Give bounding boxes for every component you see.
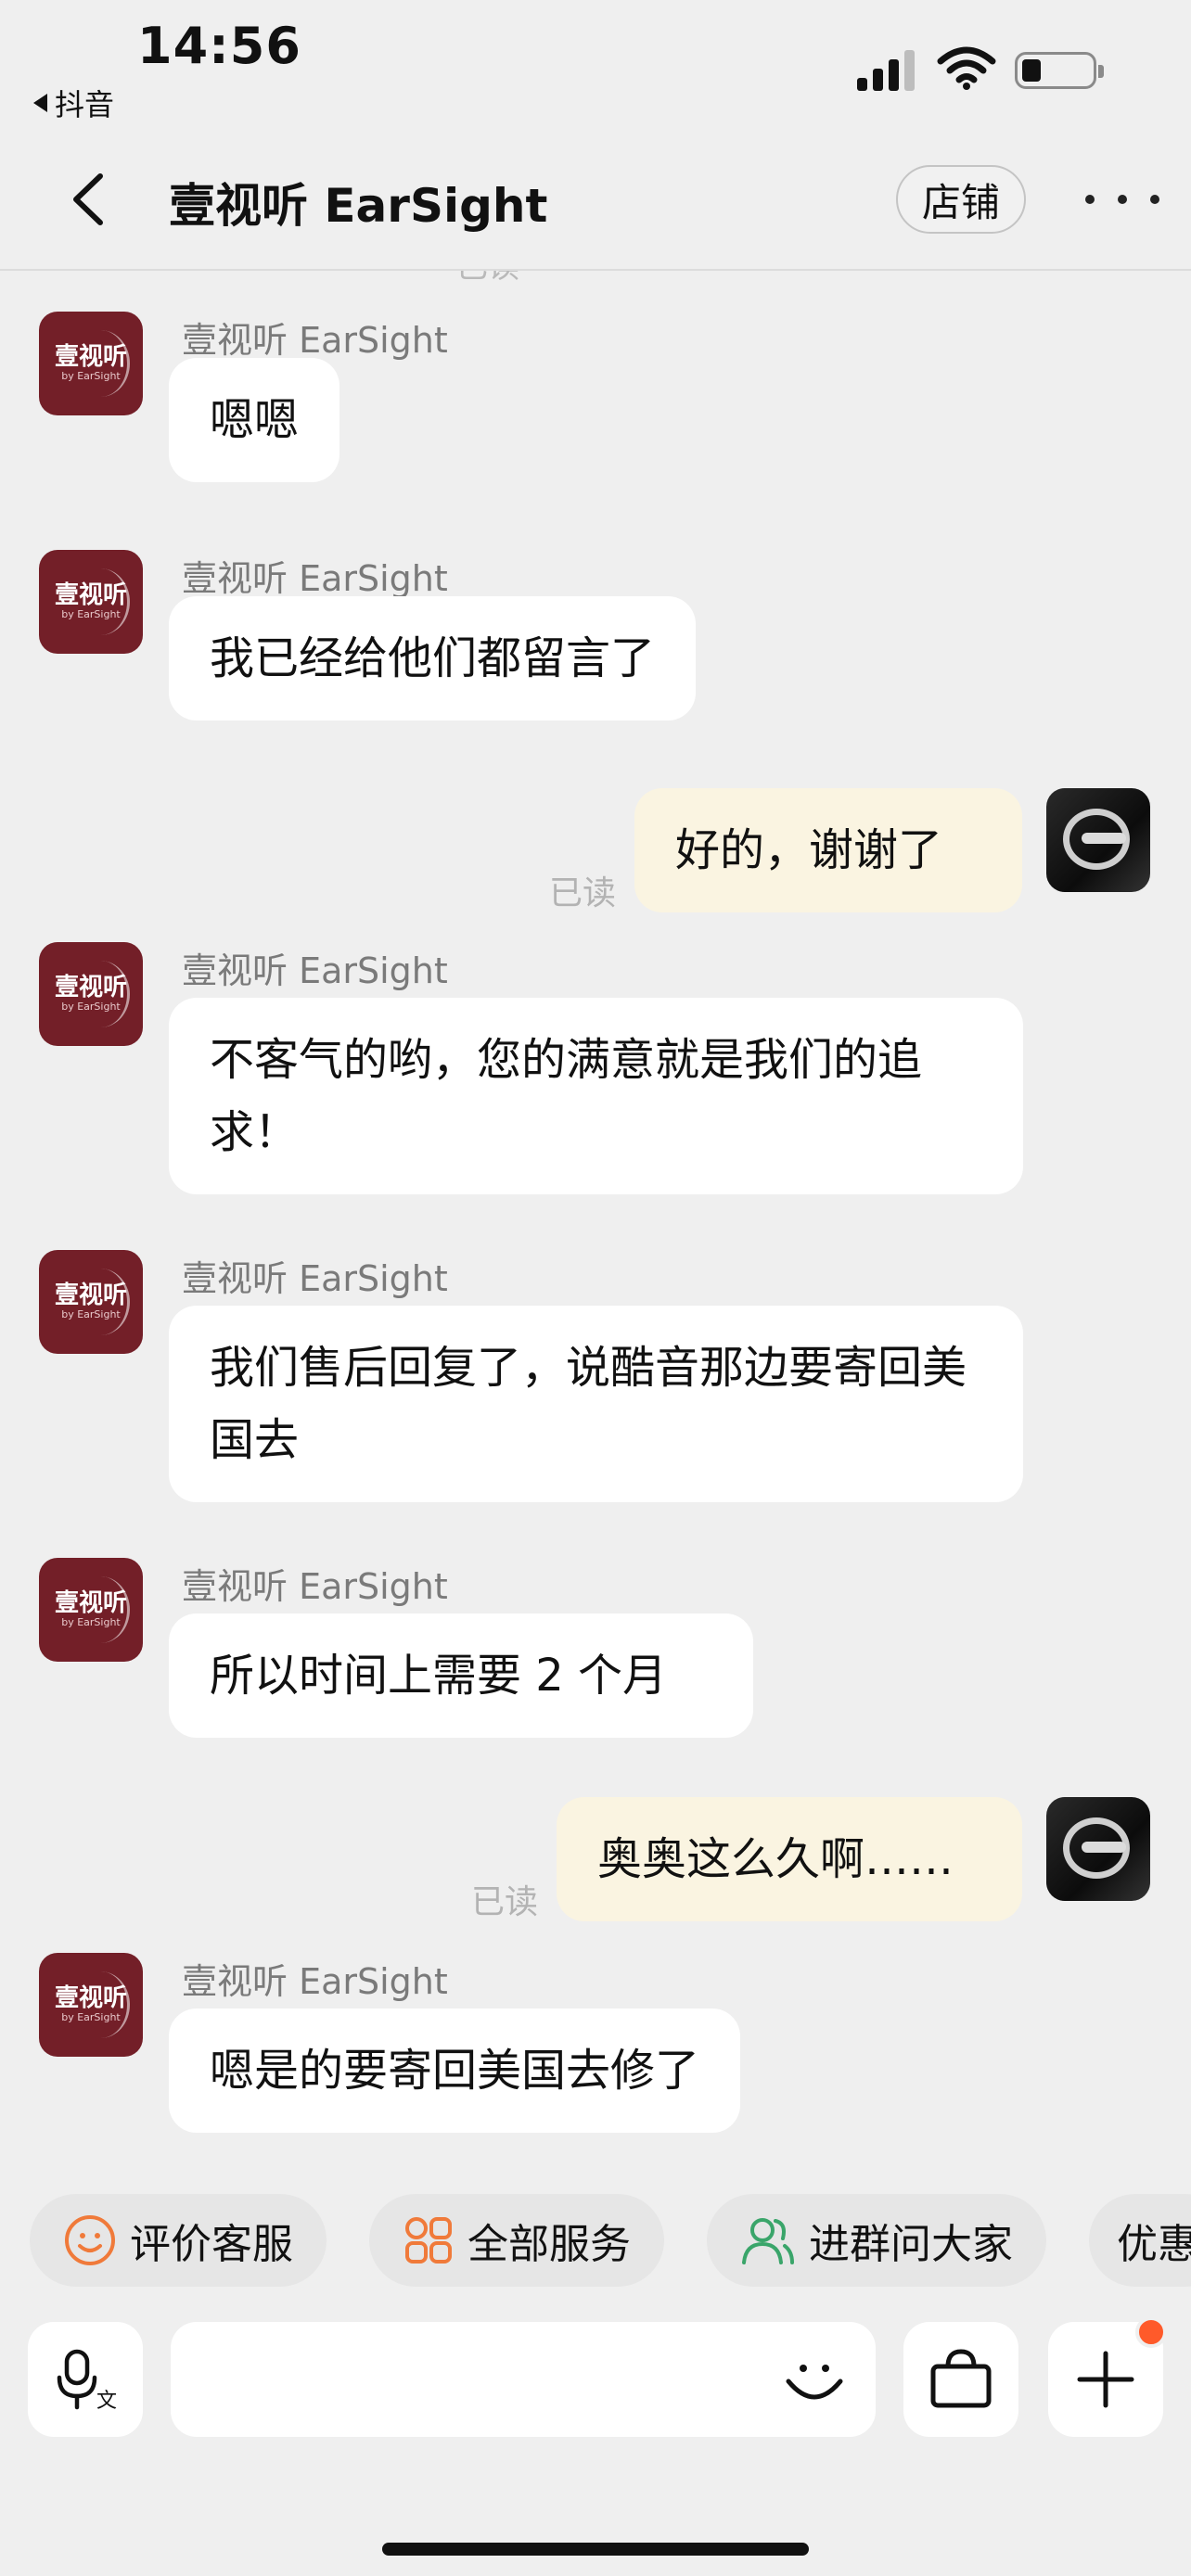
- back-app-label: 抖音: [55, 87, 115, 122]
- message-input-field[interactable]: [171, 2322, 876, 2437]
- shop-avatar[interactable]: 壹视听 by EarSight: [39, 1953, 143, 2057]
- shop-avatar[interactable]: 壹视听 by EarSight: [39, 312, 143, 415]
- page-title: 壹视听 EarSight: [169, 179, 548, 233]
- chevron-left-icon[interactable]: [56, 167, 121, 232]
- join-group-button[interactable]: 进群问大家: [707, 2194, 1046, 2287]
- read-status: 已读: [456, 269, 519, 287]
- chat-messages[interactable]: 已读 壹视听 by EarSight 壹视听 EarSight 嗯嗯 壹视听 b…: [0, 269, 1191, 2179]
- shop-button[interactable]: 店铺: [896, 165, 1026, 234]
- chip-label: 进群问大家: [809, 2221, 1013, 2268]
- all-services-button[interactable]: 全部服务: [369, 2194, 664, 2287]
- group-icon: [742, 2218, 794, 2264]
- message-bubble-incoming[interactable]: 嗯嗯: [169, 358, 340, 482]
- sender-name: 壹视听 EarSight: [182, 950, 448, 991]
- chat-header: 壹视听 EarSight 店铺: [0, 130, 1191, 271]
- read-status: 已读: [471, 1883, 539, 1921]
- wifi-icon: [937, 46, 996, 90]
- coupon-button[interactable]: 优惠: [1089, 2194, 1191, 2287]
- plus-icon: [1077, 2351, 1134, 2408]
- message-bubble-incoming[interactable]: 嗯是的要寄回美国去修了: [169, 2009, 741, 2133]
- user-avatar[interactable]: [1046, 1797, 1150, 1901]
- chip-label: 评价客服: [130, 2221, 293, 2268]
- signal-icon: [857, 48, 916, 91]
- shop-avatar[interactable]: 壹视听 by EarSight: [39, 1250, 143, 1354]
- message-bubble-incoming[interactable]: 我已经给他们都留言了: [169, 596, 697, 721]
- message-bubble-incoming[interactable]: 不客气的哟，您的满意就是我们的追求！: [169, 998, 1023, 1194]
- battery-icon: [1015, 52, 1104, 89]
- sender-name: 壹视听 EarSight: [182, 1566, 448, 1607]
- status-bar: 14:56 抖音: [0, 0, 1191, 130]
- shopping-bag-icon: [930, 2349, 992, 2408]
- more-dots-icon[interactable]: [1085, 176, 1159, 223]
- partial-message-row: 已读: [0, 269, 1191, 287]
- shop-avatar[interactable]: 壹视听 by EarSight: [39, 1558, 143, 1662]
- grid-icon: [405, 2217, 452, 2264]
- notification-badge: [1135, 2316, 1167, 2348]
- chip-label: 优惠: [1117, 2221, 1191, 2268]
- sender-name: 壹视听 EarSight: [182, 1258, 448, 1299]
- rate-service-button[interactable]: 评价客服: [30, 2194, 327, 2287]
- smiley-icon: [65, 2215, 115, 2265]
- sender-name: 壹视听 EarSight: [182, 1961, 448, 2002]
- status-time: 14:56: [137, 17, 301, 75]
- back-triangle-icon: [33, 94, 47, 112]
- message-bubble-outgoing[interactable]: 奥奥这么久啊……: [557, 1797, 1022, 1921]
- emoji-icon[interactable]: [781, 2348, 848, 2415]
- home-indicator[interactable]: [382, 2543, 809, 2556]
- chip-label: 全部服务: [467, 2221, 631, 2268]
- read-status: 已读: [549, 874, 617, 912]
- sender-name: 壹视听 EarSight: [182, 558, 448, 599]
- message-bubble-incoming[interactable]: 我们售后回复了，说酷音那边要寄回美国去: [169, 1306, 1023, 1502]
- voice-input-button[interactable]: 文: [28, 2322, 143, 2437]
- message-input[interactable]: [198, 2340, 722, 2420]
- message-bubble-outgoing[interactable]: 好的，谢谢了: [634, 788, 1022, 912]
- quick-actions-bar[interactable]: 评价客服 全部服务 进群问大家 优惠: [0, 2190, 1191, 2287]
- shop-avatar[interactable]: 壹视听 by EarSight: [39, 550, 143, 654]
- voice-translate-icon: 文: [57, 2349, 117, 2413]
- message-input-bar: 文: [0, 2316, 1191, 2441]
- shopping-bag-button[interactable]: [903, 2322, 1018, 2437]
- sender-name: 壹视听 EarSight: [182, 320, 448, 361]
- shop-avatar[interactable]: 壹视听 by EarSight: [39, 942, 143, 1046]
- svg-text:文: 文: [96, 2390, 117, 2413]
- more-actions-button[interactable]: [1048, 2316, 1167, 2437]
- back-to-app-link[interactable]: 抖音: [33, 82, 114, 124]
- message-bubble-incoming[interactable]: 所以时间上需要 2 个月: [169, 1613, 753, 1738]
- user-avatar[interactable]: [1046, 788, 1150, 892]
